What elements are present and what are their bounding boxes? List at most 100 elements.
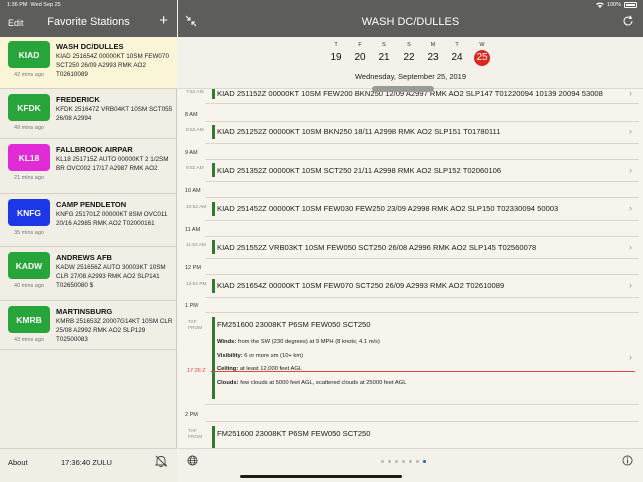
obs-time: 9:52 AM [186,166,204,171]
chevron-right-icon: › [629,203,632,213]
station-badge: KMRB [8,306,50,333]
taf-visibility: Visibility: 6 or more sm (10+ km) [217,353,304,359]
day-letter: S [407,42,411,48]
station-badge: KFDK [8,94,50,121]
obs-text[interactable]: KIAD 251552Z VRB03KT 10SM FEW050 SCT250 … [217,243,536,252]
day-number: 23 [427,52,439,63]
chevron-right-icon: › [629,280,632,290]
station-row-kadw[interactable]: KADW 40 mins ago ANDREWS AFB KADW 251656… [0,248,177,301]
status-time: 1:36 PM Wed Sep 25 [7,2,61,8]
obs-text[interactable]: KIAD 251452Z 00000KT 10SM FEW030 FEW250 … [217,204,558,213]
stations-title: Favorite Stations [47,16,130,28]
divider [205,404,639,405]
divider [205,197,639,198]
divider [205,121,639,122]
obs-text[interactable]: KIAD 251654Z 00000KT 10SM FEW070 SCT250 … [217,281,504,290]
station-badge: KL18 [8,144,50,171]
station-name: WASH DC/DULLES [56,42,124,51]
obs-text[interactable]: KIAD 251352Z 00000KT 10SM SCT250 21/11 A… [217,166,501,175]
station-row-kfdk[interactable]: KFDK 49 mins ago FREDERICK KFDK 251647Z … [0,90,177,139]
station-metar: KMRB 251653Z 20007G14KT 10SM CLR 25/08 A… [56,318,173,343]
divider [205,103,639,104]
divider [205,421,639,422]
divider [205,236,639,237]
obs-bar [212,125,215,139]
taf-label: TAF FROM [188,429,203,440]
divider [205,274,639,275]
timeline[interactable]: 7:52 AM KIAD 251152Z 00000KT 10SM FEW200… [178,89,643,448]
station-metar: KFDK 251647Z VRB04KT 10SM SCT055 26/08 A… [56,106,173,122]
hour-label: 11 AM [185,227,201,233]
taf-text[interactable]: FM251600 23008KT P6SM FEW050 SCT250 [217,429,371,438]
bell-off-icon[interactable] [154,454,168,468]
hour-label: 2 PM [185,412,198,418]
day-letter: F [358,42,362,48]
station-title: WASH DC/DULLES [361,16,460,28]
day-number-selected: 25 [474,50,490,66]
day-fri-20[interactable]: F 20 [350,42,370,66]
refresh-icon[interactable] [622,15,634,27]
battery-percent: 100% [606,2,621,8]
about-button[interactable]: About [8,458,28,467]
divider [205,297,639,298]
page-indicator[interactable] [381,460,426,463]
taf-bar [212,426,215,448]
chevron-right-icon: › [629,126,632,136]
obs-time: 7:52 AM [186,90,204,95]
day-wed-25[interactable]: W 25 [472,42,492,66]
globe-icon[interactable] [187,455,198,466]
day-sun-22[interactable]: S 22 [399,42,419,66]
station-ago: 42 mins ago [14,72,44,78]
day-letter: T [334,42,338,48]
obs-bar [212,89,215,99]
divider [205,312,639,313]
day-number: 20 [354,52,366,63]
station-name: MARTINSBURG [56,307,113,316]
obs-bar [212,279,215,293]
station-badge: KIAD [8,41,50,68]
day-sat-21[interactable]: S 21 [374,42,394,66]
add-station-button[interactable]: + [159,13,168,28]
obs-text[interactable]: KIAD 251252Z 00000KT 10SM BKN250 18/11 A… [217,127,500,136]
day-mon-23[interactable]: M 23 [423,42,443,66]
page-dot [416,460,419,463]
station-metar: KADW 251656Z AUTO 30003KT 10SM CLR 27/08… [56,264,166,289]
page-dot [402,460,405,463]
obs-time: 8:52 AM [186,128,204,133]
wifi-icon [595,2,604,8]
station-row-kiad[interactable]: KIAD 42 mins ago WASH DC/DULLES KIAD 251… [0,37,177,89]
day-thu-19[interactable]: T 19 [326,42,346,66]
station-row-knfg[interactable]: KNFG 35 mins ago CAMP PENDLETON KNFG 251… [0,195,177,247]
current-time-line [211,371,635,372]
station-row-kmrb[interactable]: KMRB 43 mins ago MARTINSBURG KMRB 251653… [0,302,177,350]
current-time-label: 17:36 Z [187,368,206,374]
station-name: CAMP PENDLETON [56,200,127,209]
station-metar: KIAD 251654Z 00000KT 10SM FEW070 SCT250 … [56,53,169,78]
timeline-drag-handle[interactable] [372,86,434,92]
station-row-kl18[interactable]: KL18 21 mins ago FALLBROOK AIRPAR KL18 2… [0,140,177,194]
obs-bar [212,163,215,177]
chevron-right-icon: › [629,165,632,175]
zulu-clock: 17:36:40 ZULU [61,458,112,467]
taf-label: TAF FROM [188,320,203,331]
chevron-right-icon: › [629,352,632,362]
status-right: 100% [595,2,637,8]
hour-label: 12 PM [185,265,201,271]
station-ago: 49 mins ago [14,125,44,131]
day-number: 24 [451,52,463,63]
info-icon[interactable] [622,455,633,466]
taf-clouds: Clouds: few clouds at 5000 feet AGL, sca… [217,380,407,386]
detail-panel: WASH DC/DULLES T 19 F 20 S 21 S 22 M 23 T 24 W… [178,0,643,482]
station-ago: 35 mins ago [14,230,44,236]
station-name: ANDREWS AFB [56,253,112,262]
hour-label: 8 AM [185,112,198,118]
obs-time: 10:52 AM [186,205,207,210]
selected-date: Wednesday, September 25, 2019 [354,72,467,81]
stations-panel: Edit Favorite Stations + KIAD 42 mins ag… [0,0,177,482]
home-indicator[interactable] [240,475,402,478]
obs-bar [212,202,215,216]
stations-footer: About 17:36:40 ZULU [0,448,177,482]
station-badge: KADW [8,252,50,279]
day-tue-24[interactable]: T 24 [447,42,467,66]
taf-text[interactable]: FM251600 23008KT P6SM FEW050 SCT250 [217,320,371,329]
